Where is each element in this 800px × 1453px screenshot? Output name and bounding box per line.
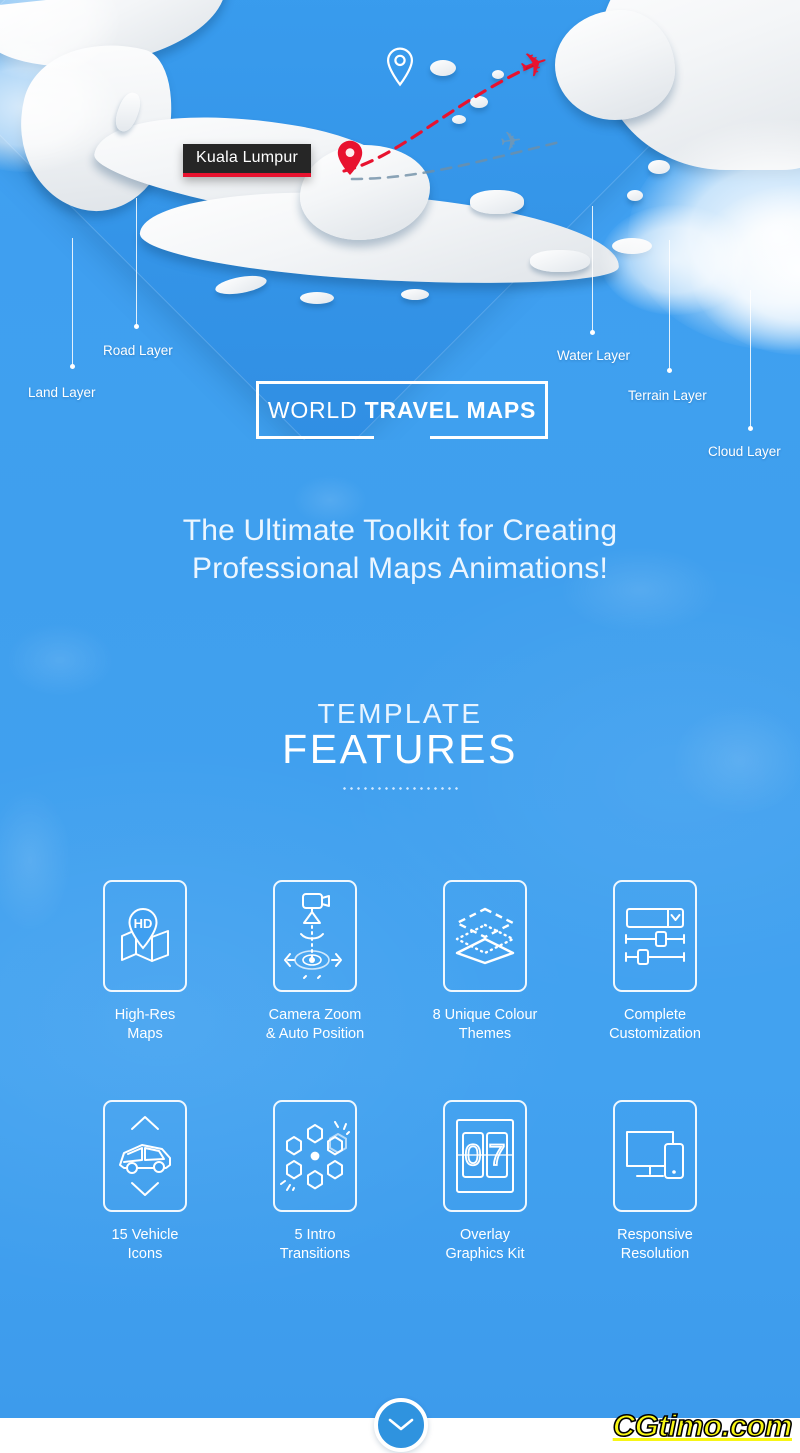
feature-card-camera-zoom[interactable]: Camera Zoom & Auto Position xyxy=(230,880,400,1045)
site-watermark: CGtimo.com xyxy=(612,1407,793,1444)
feature-label-line-1: High-Res xyxy=(114,1007,176,1023)
feature-label-line-2: Transitions xyxy=(279,1246,351,1263)
feature-label-line-2: Customization xyxy=(609,1026,701,1043)
island xyxy=(401,289,429,300)
feature-card-flip-counter[interactable]: 0 7 Overlay Graphics Kit xyxy=(400,1099,570,1265)
chevron-down-icon xyxy=(388,1418,414,1431)
callout-stem xyxy=(592,206,593,332)
camera-zoom-icon xyxy=(273,880,357,992)
callout-label: Road Layer xyxy=(103,343,173,358)
feature-label-line-1: Responsive xyxy=(617,1226,693,1243)
callout-label: Terrain Layer xyxy=(628,388,707,403)
features-heading: TEMPLATE FEATURES xyxy=(0,698,800,790)
callout-stem xyxy=(669,240,670,370)
car-icon xyxy=(103,1099,187,1212)
features-row-2: 15 Vehicle Icons 5 Intro Transitions 0 7 Overl… xyxy=(0,1099,800,1265)
feature-label: 8 Unique Colour Themes xyxy=(400,1006,570,1045)
sliders-icon xyxy=(613,880,697,992)
callout-stem xyxy=(72,238,73,366)
brand-title-word-bold: TRAVEL MAPS xyxy=(364,396,537,423)
feature-label: Overlay Graphics Kit xyxy=(400,1226,570,1265)
tagline-line-2: Professional Maps Animations! xyxy=(191,552,608,586)
island xyxy=(300,292,334,304)
feature-label-line-2: Maps xyxy=(127,1026,163,1043)
callout-dot xyxy=(590,330,595,335)
island xyxy=(530,250,590,272)
map-pin-outline-icon xyxy=(386,47,414,87)
feature-card-car[interactable]: 15 Vehicle Icons xyxy=(60,1099,230,1265)
feature-label-line-1: 5 Intro xyxy=(294,1226,336,1243)
feature-label-line-1: 15 Vehicle xyxy=(111,1226,179,1243)
callout-dot xyxy=(70,364,75,369)
feature-label-line-1: Camera Zoom xyxy=(268,1007,362,1023)
feature-label-line-1: Overlay xyxy=(460,1226,510,1243)
svg-text:0: 0 xyxy=(465,1139,482,1172)
map-pin-red-icon xyxy=(337,140,363,175)
features-heading-line-2: FEATURES xyxy=(282,726,518,772)
svg-text:HD: HD xyxy=(134,916,153,931)
svg-text:7: 7 xyxy=(489,1139,506,1172)
city-label: Kuala Lumpur xyxy=(183,144,312,177)
island xyxy=(648,160,670,174)
devices-icon xyxy=(613,1099,697,1212)
flight-route-gray xyxy=(350,139,566,181)
feature-label: 5 Intro Transitions xyxy=(230,1226,400,1265)
callout-stem xyxy=(136,198,137,326)
callout-dot xyxy=(748,426,753,431)
feature-label-line-1: Complete xyxy=(623,1007,687,1023)
feature-card-hexagon-burst[interactable]: 5 Intro Transitions xyxy=(230,1099,400,1265)
tagline-line-1: The Ultimate Toolkit for Creating xyxy=(182,514,618,547)
feature-label: Complete Customization xyxy=(570,1006,740,1045)
layers-icon xyxy=(443,880,527,992)
features-grid: HD High-Res Maps Camera Zoom & Auto Position… xyxy=(0,880,800,1265)
feature-label: 15 Vehicle Icons xyxy=(60,1226,230,1265)
callout-label: Land Layer xyxy=(28,385,96,400)
feature-card-sliders[interactable]: Complete Customization xyxy=(570,880,740,1045)
feature-label-line-2: Themes xyxy=(458,1026,512,1043)
feature-label-line-2: & Auto Position xyxy=(265,1026,365,1043)
airplane-shadow-icon: ✈ xyxy=(498,124,524,158)
landing-page: ✈ ✈ Kuala Lumpur Land Layer Road Layer Wat… xyxy=(0,0,800,1453)
feature-label-line-2: Graphics Kit xyxy=(445,1246,525,1263)
feature-card-layers[interactable]: 8 Unique Colour Themes xyxy=(400,880,570,1045)
island xyxy=(470,190,524,214)
hero-tagline: The Ultimate Toolkit for Creating Profes… xyxy=(0,512,800,589)
feature-card-hd-map-pin[interactable]: HD High-Res Maps xyxy=(60,880,230,1045)
heading-dot-divider xyxy=(341,787,459,790)
feature-label: Camera Zoom & Auto Position xyxy=(230,1006,400,1045)
callout-dot xyxy=(134,324,139,329)
brand-title-word-light: WORLD xyxy=(267,396,358,423)
feature-label-line-1: 8 Unique Colour xyxy=(432,1007,538,1023)
callout-label: Water Layer xyxy=(557,348,631,363)
hexagon-burst-icon xyxy=(273,1099,357,1212)
brand-title-frame: WORLD TRAVEL MAPS xyxy=(256,381,548,439)
landmass-borneo-west xyxy=(555,10,675,120)
feature-label-line-2: Resolution xyxy=(620,1246,690,1263)
feature-label: Responsive Resolution xyxy=(570,1226,740,1265)
callout-stem xyxy=(750,290,751,428)
callout-label: Cloud Layer xyxy=(708,444,781,459)
brand-title: WORLD TRAVEL MAPS xyxy=(256,381,548,439)
hd-map-pin-icon: HD xyxy=(103,880,187,992)
island xyxy=(612,238,652,254)
island xyxy=(627,190,643,201)
feature-card-devices[interactable]: Responsive Resolution xyxy=(570,1099,740,1265)
feature-label: High-Res Maps xyxy=(60,1006,230,1045)
callout-dot xyxy=(667,368,672,373)
feature-label-line-2: Icons xyxy=(127,1246,163,1263)
scroll-down-button[interactable] xyxy=(374,1398,428,1452)
features-row-1: HD High-Res Maps Camera Zoom & Auto Position… xyxy=(0,880,800,1045)
flip-counter-icon: 07 xyxy=(443,1099,527,1212)
